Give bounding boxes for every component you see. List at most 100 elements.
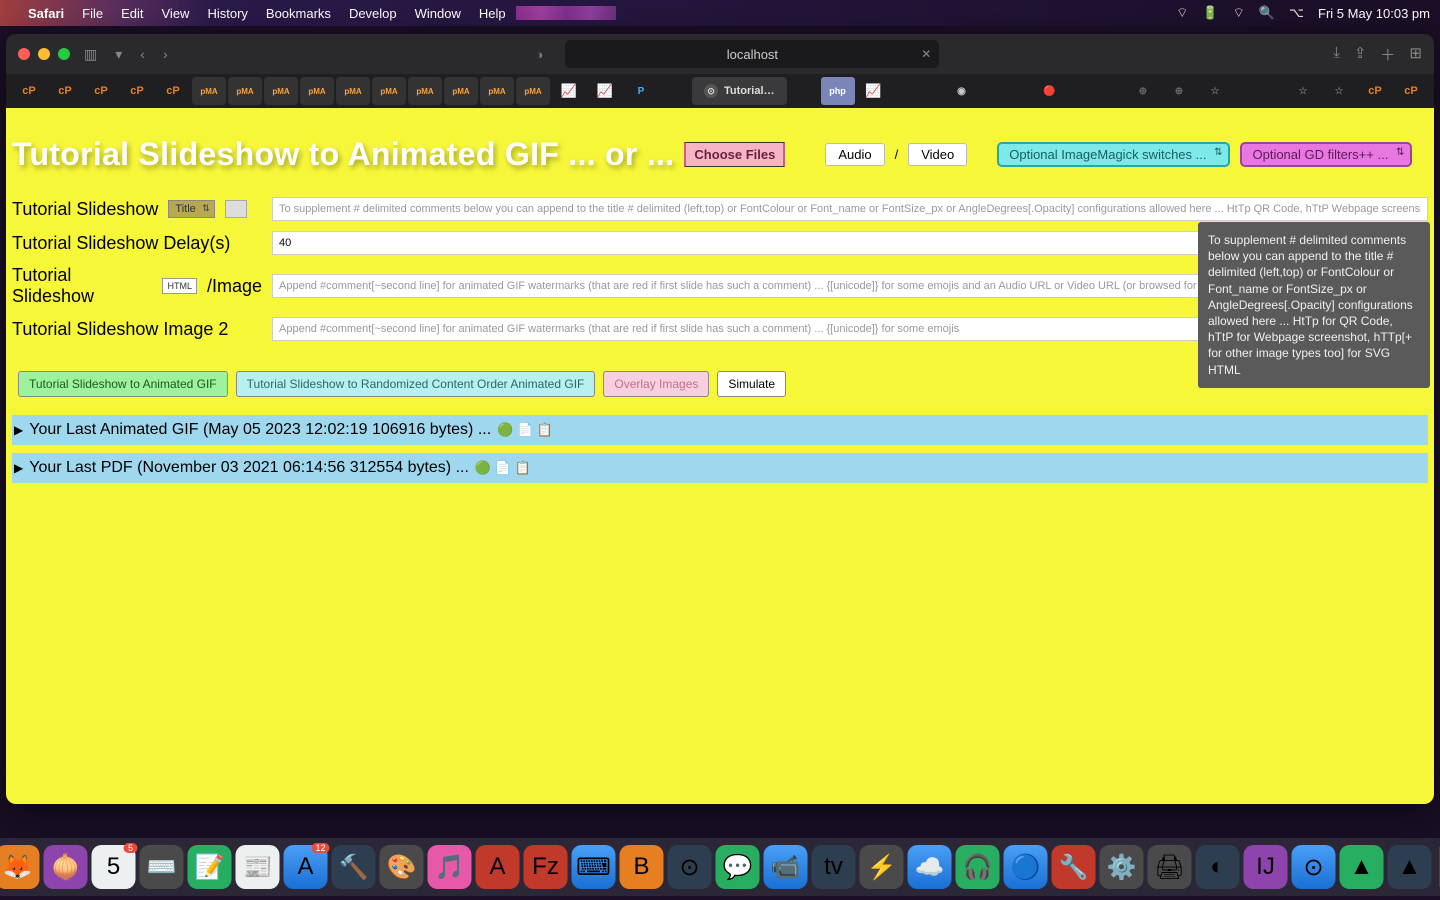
- overlay-images-button[interactable]: Overlay Images: [603, 371, 709, 397]
- menu-bookmarks[interactable]: Bookmarks: [266, 6, 331, 21]
- dock-steam[interactable]: ⊙: [1292, 845, 1336, 889]
- fav-cpanel-2[interactable]: cP: [48, 77, 82, 105]
- dock-music[interactable]: 🎵: [428, 845, 472, 889]
- dock-calendar2[interactable]: 55: [92, 845, 136, 889]
- app-name[interactable]: Safari: [28, 6, 64, 21]
- menu-history[interactable]: History: [207, 6, 247, 21]
- dock-vscode[interactable]: ⌨: [572, 845, 616, 889]
- stop-reload-icon[interactable]: ✕: [921, 47, 931, 61]
- menu-window[interactable]: Window: [415, 6, 461, 21]
- fav-chart-3[interactable]: 📈: [857, 77, 891, 105]
- downloads-icon[interactable]: ⤓: [1333, 44, 1340, 65]
- fav-phpmyadmin-6[interactable]: pMA: [372, 77, 406, 105]
- close-button[interactable]: [18, 48, 30, 60]
- zoom-button[interactable]: [58, 48, 70, 60]
- dock-op[interactable]: 🔵: [1004, 845, 1048, 889]
- choose-files-button[interactable]: Choose Files: [684, 142, 785, 167]
- dock-obs[interactable]: ⊙: [668, 845, 712, 889]
- to-randomized-gif-button[interactable]: Tutorial Slideshow to Randomized Content…: [236, 371, 596, 397]
- fav-phpmyadmin-5[interactable]: pMA: [336, 77, 370, 105]
- new-tab-icon[interactable]: ＋: [1380, 44, 1395, 65]
- back-icon[interactable]: ‹: [136, 46, 149, 62]
- to-animated-gif-button[interactable]: Tutorial Slideshow to Animated GIF: [18, 371, 228, 397]
- video-button[interactable]: Video: [908, 143, 967, 166]
- details-last-pdf[interactable]: ▶ Your Last PDF (November 03 2021 06:14:…: [12, 453, 1428, 483]
- fav-cpanel-5[interactable]: cP: [156, 77, 190, 105]
- fav-chart-1[interactable]: 📈: [552, 77, 586, 105]
- control-center-icon[interactable]: ⌥: [1289, 5, 1304, 21]
- forward-icon[interactable]: ›: [159, 46, 172, 62]
- dock-palette[interactable]: 🎨: [380, 845, 424, 889]
- fav-cpanel-3[interactable]: cP: [84, 77, 118, 105]
- fav-cpanel-1[interactable]: cP: [12, 77, 46, 105]
- fav-phpmyadmin-8[interactable]: pMA: [444, 77, 478, 105]
- dock-tool[interactable]: 🔧: [1052, 845, 1096, 889]
- fav-phpmyadmin-3[interactable]: pMA: [264, 77, 298, 105]
- dock-filezilla[interactable]: Fz: [524, 845, 568, 889]
- gd-filters-select[interactable]: Optional GD filters++ ...: [1240, 142, 1412, 167]
- fav-cpanel-4[interactable]: cP: [120, 77, 154, 105]
- address-bar[interactable]: ◑ localhost ✕: [565, 40, 939, 68]
- fav-misc[interactable]: ◉: [945, 77, 979, 105]
- fav-phpmyadmin-7[interactable]: pMA: [408, 77, 442, 105]
- menu-view[interactable]: View: [162, 6, 190, 21]
- dock-tv[interactable]: tv: [812, 845, 856, 889]
- fav-phpmyadmin-10[interactable]: pMA: [516, 77, 550, 105]
- simulate-button[interactable]: Simulate: [717, 371, 786, 397]
- fav-star-3[interactable]: ☆: [1322, 77, 1356, 105]
- dock-cmake[interactable]: ▲: [1388, 845, 1432, 889]
- dock-tor[interactable]: 🧅: [44, 845, 88, 889]
- fav-phpmyadmin-4[interactable]: pMA: [300, 77, 334, 105]
- menu-develop[interactable]: Develop: [349, 6, 397, 21]
- sidebar-toggle-icon[interactable]: ▥: [80, 46, 101, 63]
- title-select[interactable]: Title: [168, 200, 214, 218]
- dock-text[interactable]: 📝: [188, 845, 232, 889]
- fav-php[interactable]: php: [821, 77, 855, 105]
- dock-intellij[interactable]: IJ: [1244, 845, 1288, 889]
- dock-acrobat[interactable]: A: [476, 845, 520, 889]
- menubar-clock[interactable]: Fri 5 May 10:03 pm: [1318, 6, 1430, 21]
- imagemagick-select[interactable]: Optional ImageMagick switches ...: [997, 142, 1230, 167]
- dock-shortcut[interactable]: ⚡: [860, 845, 904, 889]
- tab-overview-icon[interactable]: ⊞: [1409, 44, 1422, 65]
- share-icon[interactable]: ⇪: [1354, 44, 1367, 65]
- details-last-gif[interactable]: ▶ Your Last Animated GIF (May 05 2023 12…: [12, 415, 1428, 445]
- dock-news[interactable]: 📰: [236, 845, 280, 889]
- fav-phpmyadmin-1[interactable]: pMA: [192, 77, 226, 105]
- title-input[interactable]: [272, 197, 1428, 221]
- spotlight-icon[interactable]: 🔍: [1259, 5, 1275, 21]
- dock-spotify[interactable]: 🎧: [956, 845, 1000, 889]
- wifi-icon[interactable]: ⌔: [1233, 5, 1245, 21]
- dock-eclipse[interactable]: ◐: [1196, 845, 1240, 889]
- menu-file[interactable]: File: [82, 6, 103, 21]
- dock-terminal[interactable]: ⌨️: [140, 845, 184, 889]
- dock-weather[interactable]: ☁️: [908, 845, 952, 889]
- menu-edit[interactable]: Edit: [121, 6, 143, 21]
- fav-star-1[interactable]: ☆: [1198, 77, 1232, 105]
- tab-group-icon[interactable]: ▾: [111, 46, 126, 63]
- fav-google[interactable]: 🔴: [1033, 77, 1067, 105]
- dock-whatsapp[interactable]: 💬: [716, 845, 760, 889]
- minimize-button[interactable]: [38, 48, 50, 60]
- dock-printer[interactable]: 🖨: [1148, 845, 1192, 889]
- bluetooth-icon[interactable]: ⌔: [1176, 5, 1188, 21]
- fav-compass-2[interactable]: ⊕: [1162, 77, 1196, 105]
- privacy-shield-icon[interactable]: ◑: [535, 47, 543, 62]
- battery-icon[interactable]: 🔋: [1202, 5, 1218, 21]
- fav-cpanel-7[interactable]: cP: [1394, 77, 1428, 105]
- dock-android[interactable]: ▲: [1340, 845, 1384, 889]
- fav-star-2[interactable]: ☆: [1286, 77, 1320, 105]
- audio-button[interactable]: Audio: [825, 143, 884, 166]
- browser-tab-active[interactable]: ⊙ Tutorial…: [692, 77, 787, 105]
- fav-phpmyadmin-2[interactable]: pMA: [228, 77, 262, 105]
- fav-phpmyadmin-9[interactable]: pMA: [480, 77, 514, 105]
- dock-xcode[interactable]: 🔨: [332, 845, 376, 889]
- dock-zoom[interactable]: 📹: [764, 845, 808, 889]
- title-checkbox[interactable]: [225, 200, 247, 218]
- dock-blender[interactable]: B: [620, 845, 664, 889]
- html-badge[interactable]: HTML: [162, 278, 197, 294]
- fav-chart-2[interactable]: 📈: [588, 77, 622, 105]
- fav-compass-1[interactable]: ⊕: [1126, 77, 1160, 105]
- fav-cpanel-6[interactable]: cP: [1358, 77, 1392, 105]
- dock-appstore[interactable]: A12: [284, 845, 328, 889]
